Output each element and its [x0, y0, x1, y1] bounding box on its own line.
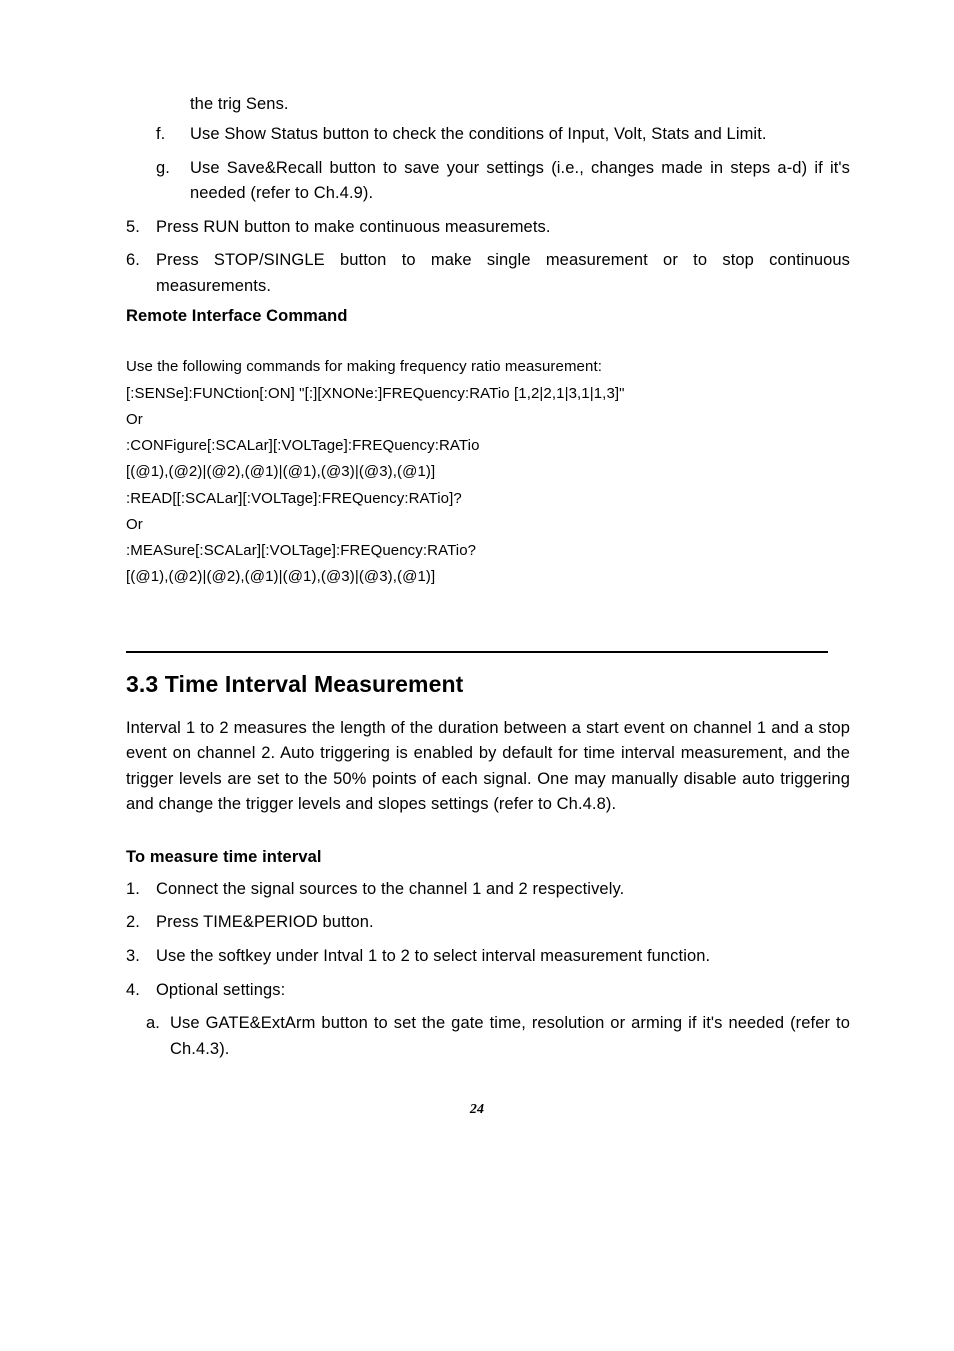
list-text: Use Show Status button to check the cond… [190, 122, 850, 148]
list-item-2: 2. Press TIME&PERIOD button. [126, 910, 850, 936]
list-text: Press STOP/SINGLE button to make single … [156, 248, 850, 299]
code-line: :CONFigure[:SCALar][:VOLTage]:FREQuency:… [126, 433, 850, 459]
list-item-6: 6. Press STOP/SINGLE button to make sing… [126, 248, 850, 299]
list-item-f: f. Use Show Status button to check the c… [156, 122, 850, 148]
page-number: 24 [104, 1102, 850, 1118]
list-text: Use the softkey under Intval 1 to 2 to s… [156, 944, 850, 970]
code-line: Or [126, 407, 850, 433]
subsection-heading: To measure time interval [126, 848, 850, 867]
list-item-3: 3. Use the softkey under Intval 1 to 2 t… [126, 944, 850, 970]
section-divider [126, 651, 828, 653]
remote-interface-heading: Remote Interface Command [126, 307, 850, 326]
list-item-5: 5. Press RUN button to make continuous m… [126, 215, 850, 241]
code-line: [(@1),(@2)|(@2),(@1)|(@1),(@3)|(@3),(@1)… [126, 459, 850, 485]
list-text: Optional settings: [156, 978, 850, 1004]
list-marker: a. [146, 1011, 170, 1062]
list-marker: g. [156, 156, 190, 207]
list-text: Connect the signal sources to the channe… [156, 877, 850, 903]
list-item-1: 1. Connect the signal sources to the cha… [126, 877, 850, 903]
list-text: Use GATE&ExtArm button to set the gate t… [170, 1011, 850, 1062]
list-marker: 3. [126, 944, 156, 970]
code-line: :READ[[:SCALar][:VOLTage]:FREQuency:RATi… [126, 486, 850, 512]
command-code-block: Use the following commands for making fr… [126, 354, 850, 590]
section-paragraph: Interval 1 to 2 measures the length of t… [126, 716, 850, 818]
list-marker: f. [156, 122, 190, 148]
list-text: Use Save&Recall button to save your sett… [190, 156, 850, 207]
section-heading-3-3: 3.3 Time Interval Measurement [126, 671, 850, 698]
code-line: [:SENSe]:FUNCtion[:ON] "[:][XNONe:]FREQu… [126, 381, 850, 407]
list-item-4a: a. Use GATE&ExtArm button to set the gat… [146, 1011, 850, 1062]
list-marker: 6. [126, 248, 156, 299]
code-line: [(@1),(@2)|(@2),(@1)|(@1),(@3)|(@3),(@1)… [126, 564, 850, 590]
list-item-g: g. Use Save&Recall button to save your s… [156, 156, 850, 207]
code-line: Use the following commands for making fr… [126, 354, 850, 380]
code-line: Or [126, 512, 850, 538]
continued-list-text: the trig Sens. [190, 95, 850, 114]
code-line: :MEASure[:SCALar][:VOLTage]:FREQuency:RA… [126, 538, 850, 564]
list-text: Press TIME&PERIOD button. [156, 910, 850, 936]
list-item-4: 4. Optional settings: [126, 978, 850, 1004]
list-marker: 1. [126, 877, 156, 903]
list-marker: 4. [126, 978, 156, 1004]
list-marker: 5. [126, 215, 156, 241]
list-marker: 2. [126, 910, 156, 936]
list-text: Press RUN button to make continuous meas… [156, 215, 850, 241]
